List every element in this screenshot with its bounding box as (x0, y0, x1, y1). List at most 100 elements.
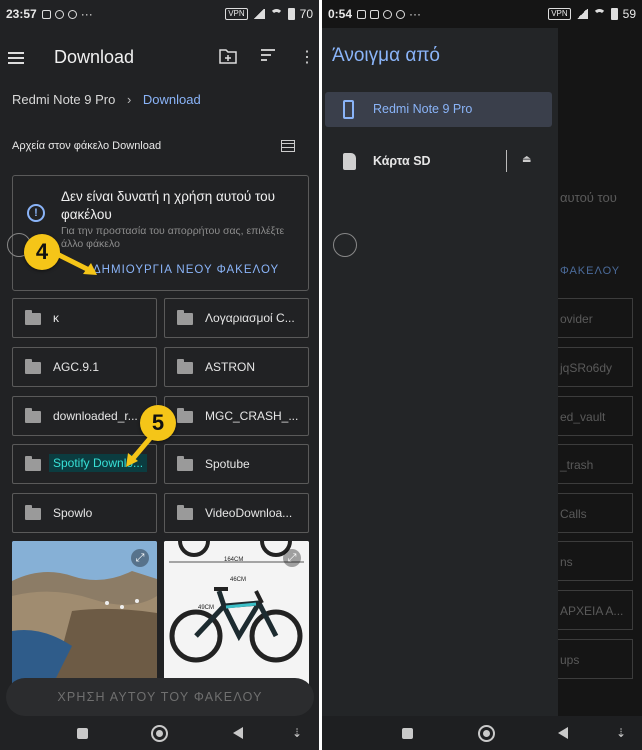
folder-icon (177, 456, 193, 471)
home-icon[interactable] (151, 725, 168, 742)
battery-icon (610, 8, 618, 20)
page-title: Download (54, 47, 135, 67)
folder-icon (177, 310, 193, 325)
sort-icon[interactable] (258, 48, 278, 68)
list-view-icon[interactable] (281, 140, 295, 152)
folder-label: Spowlo (53, 506, 93, 520)
drawer-item-label: Κάρτα SD (373, 154, 431, 168)
folder-tile[interactable]: Λογαριασμοί C... (164, 298, 309, 338)
folder-icon (25, 310, 41, 325)
background-label: ovider (560, 312, 593, 326)
bike-dimension-label: 164CM (224, 557, 244, 563)
back-icon[interactable] (558, 727, 568, 739)
background-label: Calls (560, 507, 587, 521)
image-thumbnail-bicycle[interactable]: 164CM 46CM 49CM ⤢ (164, 541, 309, 686)
eject-icon[interactable]: ⏏ (522, 154, 531, 165)
background-label: ns (560, 555, 573, 569)
folder-label: VideoDownloa... (205, 506, 293, 520)
roots-drawer: Άνοιγμα από Redmi Note 9 Pro Κάρτα SD ⏏ (322, 28, 558, 750)
breadcrumb-root[interactable]: Redmi Note 9 Pro (12, 92, 115, 107)
vpn-icon: VPN (548, 8, 571, 20)
background-label: ΑΡΧΕΙΑ Α... (560, 604, 624, 618)
background-label: αυτού του (560, 190, 617, 205)
folder-icon (25, 505, 41, 520)
new-folder-icon[interactable] (218, 48, 238, 68)
folder-tile[interactable]: Spowlo (12, 493, 157, 533)
create-new-folder-button[interactable]: ΔΗΜΙΟΥΡΓΙΑ ΝΕΟΥ ΦΑΚΕΛΟΥ (93, 264, 279, 276)
alarm-icon (383, 9, 393, 19)
folder-icon (177, 408, 193, 423)
back-icon[interactable] (233, 727, 243, 739)
signal-icon (575, 9, 588, 19)
recents-icon[interactable] (77, 728, 88, 739)
section-title: Αρχεία στον φάκελο Download (12, 140, 162, 152)
bike-dimension-label: 49CM (198, 605, 215, 611)
wifi-icon (269, 9, 283, 19)
folder-icon (177, 359, 193, 374)
step-arrow (126, 433, 155, 467)
app-notification-icon (370, 9, 380, 19)
image-thumbnail-landscape[interactable]: ⤢ (12, 541, 157, 686)
folder-label: ASTRON (205, 360, 256, 374)
expand-icon[interactable]: ⤢ (283, 549, 301, 567)
system-nav-bar: ⇣ (0, 716, 319, 750)
folder-icon (25, 359, 41, 374)
folder-icon (25, 456, 41, 471)
hide-nav-icon[interactable]: ⇣ (616, 726, 628, 740)
folder-label: MGC_CRASH_... (205, 409, 299, 423)
recents-icon[interactable] (402, 728, 413, 739)
background-label: ups (560, 653, 580, 667)
drawer-item-label: Redmi Note 9 Pro (373, 102, 473, 116)
breadcrumb: Redmi Note 9 Pro › Download (12, 92, 201, 107)
folder-tile[interactable]: MGC_CRASH_... (164, 396, 309, 436)
home-icon[interactable] (478, 725, 495, 742)
sd-card-icon (343, 153, 356, 170)
file-picker-screen: 23:57 ··· VPN 70 Download ⋮ Redmi Note 9… (0, 0, 319, 750)
chevron-right-icon: › (126, 92, 132, 107)
folder-icon (177, 505, 193, 520)
folder-tile[interactable]: AGC.9.1 (12, 347, 157, 387)
divider (506, 150, 507, 172)
folder-label: Spotube (205, 457, 250, 471)
folder-tile[interactable]: downloaded_r... (12, 396, 157, 436)
folder-label: Λογαριασμοί C... (205, 311, 295, 325)
use-this-folder-button[interactable]: ΧΡΗΣΗ ΑΥΤΟΥ ΤΟΥ ΦΑΚΕΛΟΥ (6, 678, 314, 716)
step-arrow (55, 251, 97, 275)
notification-icon (41, 9, 51, 19)
system-nav-bar: ⇣ (322, 716, 642, 750)
app-notification-icon (396, 9, 406, 19)
folder-tile[interactable]: Spotube (164, 444, 309, 484)
drawer-item-sd-card[interactable]: Κάρτα SD ⏏ (325, 144, 552, 179)
signal-icon (252, 9, 265, 19)
app-bar: Download ⋮ (0, 36, 319, 80)
folder-label: AGC.9.1 (53, 360, 100, 374)
background-label: jqSRo6dy (560, 361, 613, 375)
expand-icon[interactable]: ⤢ (131, 549, 149, 567)
notification-icon (357, 9, 367, 19)
folder-tile[interactable]: ASTRON (164, 347, 309, 387)
folder-tile[interactable]: κ (12, 298, 157, 338)
folder-icon (25, 408, 41, 423)
app-notification-icon (67, 9, 77, 19)
battery-level: 59 (622, 7, 636, 21)
more-options-icon[interactable]: ⋮ (297, 48, 317, 68)
more-notifications-icon: ··· (80, 7, 93, 21)
more-notifications-icon: ··· (409, 7, 422, 21)
touch-indicator-ring (333, 233, 357, 257)
status-bar: 23:57 ··· VPN 70 (0, 0, 319, 28)
status-time: 23:57 (6, 7, 37, 21)
drawer-title: Άνοιγμα από (332, 45, 440, 66)
warning-title: Δεν είναι δυνατή η χρήση αυτού του φακέλ… (61, 189, 276, 222)
open-from-drawer-screen: αυτού του ΦΑΚΕΛΟΥ ovider jqSRo6dy ed_vau… (322, 0, 642, 750)
hide-nav-icon[interactable]: ⇣ (292, 726, 304, 740)
background-label: _trash (560, 458, 594, 472)
battery-icon (287, 8, 295, 20)
breadcrumb-current[interactable]: Download (143, 92, 201, 107)
drawer-item-internal-storage[interactable]: Redmi Note 9 Pro (325, 92, 552, 127)
menu-icon[interactable] (8, 52, 24, 64)
bike-dimension-label: 46CM (230, 577, 247, 583)
background-label: ed_vault (560, 410, 606, 424)
status-bar: 0:54 ··· VPN 59 (322, 0, 642, 28)
phone-icon (343, 100, 354, 119)
folder-tile[interactable]: VideoDownloa... (164, 493, 309, 533)
